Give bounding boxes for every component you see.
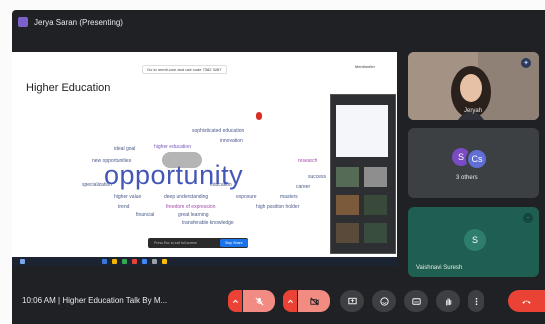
present-button[interactable] — [340, 290, 364, 312]
chrome-icon[interactable] — [132, 259, 137, 264]
inset-video-tile — [336, 167, 359, 187]
slide-logo: Mentimeter — [354, 64, 375, 69]
app-icon[interactable] — [102, 259, 107, 264]
mic-toggle-button[interactable] — [243, 290, 275, 312]
cloud-word: trend — [118, 204, 130, 210]
cloud-word: financial — [136, 212, 155, 218]
cloud-word: freedom of expression — [166, 204, 216, 210]
cloud-word-top: opportunity — [104, 160, 244, 190]
cloud-word: research — [298, 158, 318, 164]
slide-title: Higher Education — [26, 82, 111, 94]
cloud-word: transferable knowledge — [182, 220, 234, 226]
inset-document — [336, 105, 388, 157]
cloud-word: innovation — [220, 138, 243, 144]
cloud-word: deep understanding — [164, 194, 209, 200]
meeting-title: Higher Education Talk By M... — [62, 296, 168, 305]
audio-indicator-icon: · — [523, 213, 533, 223]
captions-button[interactable] — [404, 290, 428, 312]
camera-off-icon — [309, 296, 319, 306]
participant-name: Jeryah — [464, 108, 483, 114]
cloud-word: career — [296, 184, 311, 190]
presenter-label: Jerya Saran (Presenting) — [34, 17, 123, 27]
leave-call-button[interactable] — [508, 290, 545, 312]
more-vertical-icon — [475, 297, 477, 305]
hand-icon — [445, 297, 451, 306]
chevron-up-icon — [287, 299, 293, 303]
stop-share-button[interactable]: Stop Share — [220, 239, 248, 247]
windows-taskbar — [12, 257, 397, 266]
cloud-word: ideal goal — [114, 146, 136, 152]
cloud-word: masters — [280, 194, 298, 200]
cloud-word: success — [308, 174, 327, 180]
clock-time: 10:06 AM — [22, 296, 56, 305]
more-options-button[interactable] — [468, 290, 484, 312]
inset-video-tile — [336, 223, 359, 243]
slide-cursor-mark — [256, 112, 262, 120]
phone-hangup-icon — [522, 300, 531, 304]
camera-options-button[interactable] — [283, 290, 297, 312]
mic-off-icon — [254, 296, 264, 306]
cloud-word: higher education — [154, 144, 191, 150]
start-icon[interactable] — [20, 259, 25, 264]
chevron-up-icon — [232, 299, 238, 303]
participant-tile-others[interactable]: S Cs 3 others — [408, 128, 539, 198]
mic-options-button[interactable] — [228, 290, 242, 312]
captions-icon — [411, 297, 421, 305]
inset-video-tile — [364, 195, 387, 215]
inset-video-tile — [364, 223, 387, 243]
inset-video-tile — [364, 167, 387, 187]
cloud-word: great learning — [178, 212, 209, 218]
cloud-word: high position holder — [256, 204, 300, 210]
participant-name: Vaishnavi Suresh — [416, 265, 463, 271]
meeting-info: 10:06 AM | Higher Education Talk By M... — [22, 296, 167, 305]
avatar: S — [464, 229, 486, 251]
inset-video-tile — [336, 195, 359, 215]
share-control-bar: Press Esc to exit full screen Stop Share — [148, 238, 248, 248]
app-icon[interactable] — [152, 259, 157, 264]
pin-icon[interactable]: ✦ — [521, 58, 531, 68]
present-screen-icon — [347, 297, 357, 304]
presenter-screen-inset — [330, 94, 396, 254]
emoji-icon — [379, 296, 389, 306]
app-icon[interactable] — [142, 259, 147, 264]
participant-tile-video[interactable]: ✦ Jeryah — [408, 52, 539, 120]
cloud-word: exposure — [236, 194, 257, 200]
reactions-button[interactable] — [372, 290, 396, 312]
share-control-text: Press Esc to exit full screen — [154, 241, 197, 245]
presenting-icon — [18, 17, 28, 27]
slide-join-code: Go to menti.com and use code 7382 3287 — [142, 65, 227, 74]
participant-name: 3 others — [456, 175, 478, 181]
raise-hand-button[interactable] — [436, 290, 460, 312]
app-icon[interactable] — [162, 259, 167, 264]
cloud-word: higher value — [114, 194, 142, 200]
cloud-word: sophisticated education — [192, 128, 245, 134]
presenting-banner[interactable]: Jerya Saran (Presenting) — [18, 14, 123, 30]
folder-icon[interactable] — [112, 259, 117, 264]
camera-toggle-button[interactable] — [298, 290, 330, 312]
participant-tile-audio[interactable]: S · Vaishnavi Suresh — [408, 207, 539, 277]
avatar: Cs — [466, 148, 488, 170]
app-icon[interactable] — [122, 259, 127, 264]
